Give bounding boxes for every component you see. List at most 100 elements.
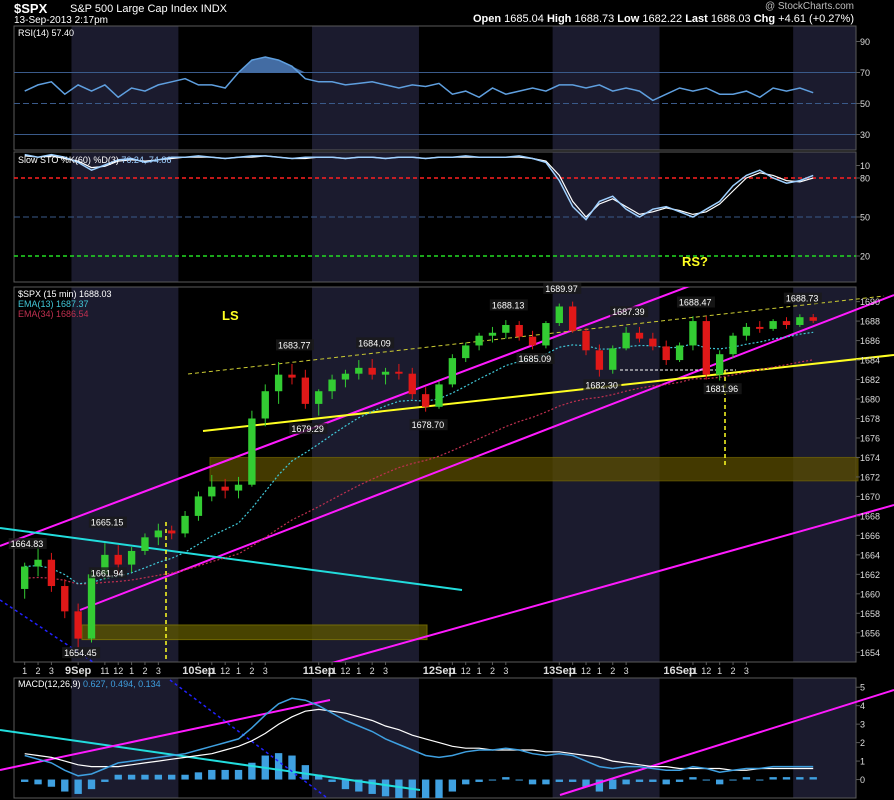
macd-hist-bar bbox=[168, 774, 176, 780]
x-axis-label: 2 bbox=[249, 666, 254, 676]
macd-hist-bar bbox=[448, 779, 457, 792]
x-axis-label: 1 bbox=[477, 666, 482, 676]
x-axis-label: 11 bbox=[568, 666, 577, 676]
macd-hist-bar bbox=[154, 774, 163, 780]
macd-hist-bar bbox=[515, 779, 523, 781]
macd-hist-bar bbox=[114, 774, 122, 780]
rsi-ytick-label: 70 bbox=[860, 68, 870, 78]
candle-body bbox=[141, 537, 149, 551]
candle-body bbox=[555, 306, 563, 324]
macd-hist-bar bbox=[488, 779, 497, 781]
macd-hist-bar bbox=[435, 779, 443, 798]
price-label: 1684.09 bbox=[358, 338, 391, 348]
macd-hist-bar bbox=[555, 779, 563, 782]
macd-hist-bar bbox=[288, 755, 296, 780]
x-axis-label: 3 bbox=[503, 666, 508, 676]
price-ytick-label: 1682 bbox=[860, 375, 880, 385]
macd-hist-bar bbox=[21, 779, 29, 782]
candle-body bbox=[515, 324, 523, 337]
macd-hist-bar bbox=[208, 769, 216, 780]
price-ytick-label: 1664 bbox=[860, 550, 880, 560]
x-axis-label: 9Sep bbox=[65, 665, 92, 677]
price-label: 1654.45 bbox=[64, 648, 97, 658]
candle-body bbox=[381, 371, 390, 375]
macd-ytick-label: 4 bbox=[860, 701, 865, 711]
candle-body bbox=[702, 321, 710, 375]
candle-body bbox=[622, 332, 630, 349]
session-band bbox=[71, 26, 179, 150]
session-band bbox=[312, 678, 419, 798]
macd-hist-bar bbox=[194, 772, 203, 780]
x-axis-label: 12 bbox=[701, 666, 711, 676]
x-axis-label: 1 bbox=[129, 666, 134, 676]
candle-body bbox=[21, 566, 29, 589]
candle-body bbox=[341, 373, 350, 380]
macd-ytick-label: 0 bbox=[860, 775, 865, 785]
candle-body bbox=[448, 358, 457, 385]
x-axis-label: 11 bbox=[327, 666, 336, 676]
candle-body bbox=[528, 336, 537, 346]
x-axis-label: 11 bbox=[207, 666, 216, 676]
x-axis-label: 3 bbox=[383, 666, 388, 676]
macd-hist-bar bbox=[462, 779, 470, 785]
candle-body bbox=[208, 486, 216, 497]
candle-body bbox=[74, 611, 82, 639]
candle-body bbox=[261, 391, 269, 419]
candle-body bbox=[368, 367, 376, 375]
support-zone-lower bbox=[81, 624, 428, 641]
price-ytick-label: 1658 bbox=[860, 609, 880, 619]
ema13-label: EMA(13) 1687.37 bbox=[18, 299, 89, 309]
macd-hist-bar bbox=[475, 779, 483, 782]
macd-hist-bar bbox=[141, 774, 149, 780]
price-ytick-label: 1684 bbox=[860, 356, 880, 366]
price-label: 1688.73 bbox=[786, 294, 819, 304]
price-label-title: $SPX (15 min) 1688.03 bbox=[18, 289, 112, 299]
candle-body bbox=[221, 486, 229, 491]
price-ytick-label: 1676 bbox=[860, 433, 880, 443]
candle-body bbox=[756, 326, 764, 329]
macd-ytick-label: 5 bbox=[860, 683, 865, 693]
candle-body bbox=[609, 348, 617, 370]
price-ytick-label: 1686 bbox=[860, 336, 880, 346]
x-axis-label: 2 bbox=[490, 666, 495, 676]
candle-body bbox=[729, 335, 737, 355]
candle-body bbox=[582, 330, 590, 351]
candle-body bbox=[782, 321, 791, 325]
macd-hist-bar bbox=[675, 779, 684, 782]
macd-hist-bar bbox=[234, 769, 243, 780]
candle-body bbox=[568, 306, 577, 331]
macd-hist-bar bbox=[341, 779, 350, 790]
x-axis-label: 12 bbox=[340, 666, 350, 676]
annotation-ls: LS bbox=[222, 308, 239, 323]
candle-body bbox=[114, 554, 122, 565]
rsi-label: RSI(14) 57.40 bbox=[18, 28, 74, 38]
chart-svg: 9070503010RSI(14) 57.40805020Slow STO %K… bbox=[0, 25, 894, 799]
macd-hist-bar bbox=[101, 779, 109, 782]
x-axis-label: 1 bbox=[717, 666, 722, 676]
price-ytick-label: 1666 bbox=[860, 531, 880, 541]
x-axis-label: 11 bbox=[448, 666, 457, 676]
price-ytick-label: 1690 bbox=[860, 297, 880, 307]
candle-body bbox=[769, 321, 777, 329]
rsi-ytick-label: 10 bbox=[860, 161, 870, 171]
price-label: 1681.96 bbox=[706, 384, 739, 394]
sto-ytick-label: 50 bbox=[860, 213, 870, 223]
macd-hist-bar bbox=[635, 779, 644, 782]
x-axis-label: 3 bbox=[624, 666, 629, 676]
price-label: 1679.29 bbox=[291, 424, 324, 434]
macd-hist-bar bbox=[61, 779, 69, 792]
x-axis-label: 3 bbox=[744, 666, 749, 676]
candle-body bbox=[274, 374, 283, 392]
sto-ytick-label: 20 bbox=[860, 252, 870, 262]
macd-hist-bar bbox=[756, 779, 764, 781]
macd-hist-bar bbox=[729, 779, 737, 781]
macd-ytick-label: 2 bbox=[860, 738, 865, 748]
price-label: 1688.47 bbox=[679, 298, 712, 308]
x-axis-label: 1 bbox=[236, 666, 241, 676]
macd-hist-bar bbox=[395, 779, 403, 798]
candle-body bbox=[475, 335, 483, 346]
candle-body bbox=[61, 586, 69, 612]
price-ytick-label: 1670 bbox=[860, 492, 880, 502]
macd-hist-bar bbox=[809, 777, 817, 780]
price-ytick-label: 1662 bbox=[860, 570, 880, 580]
